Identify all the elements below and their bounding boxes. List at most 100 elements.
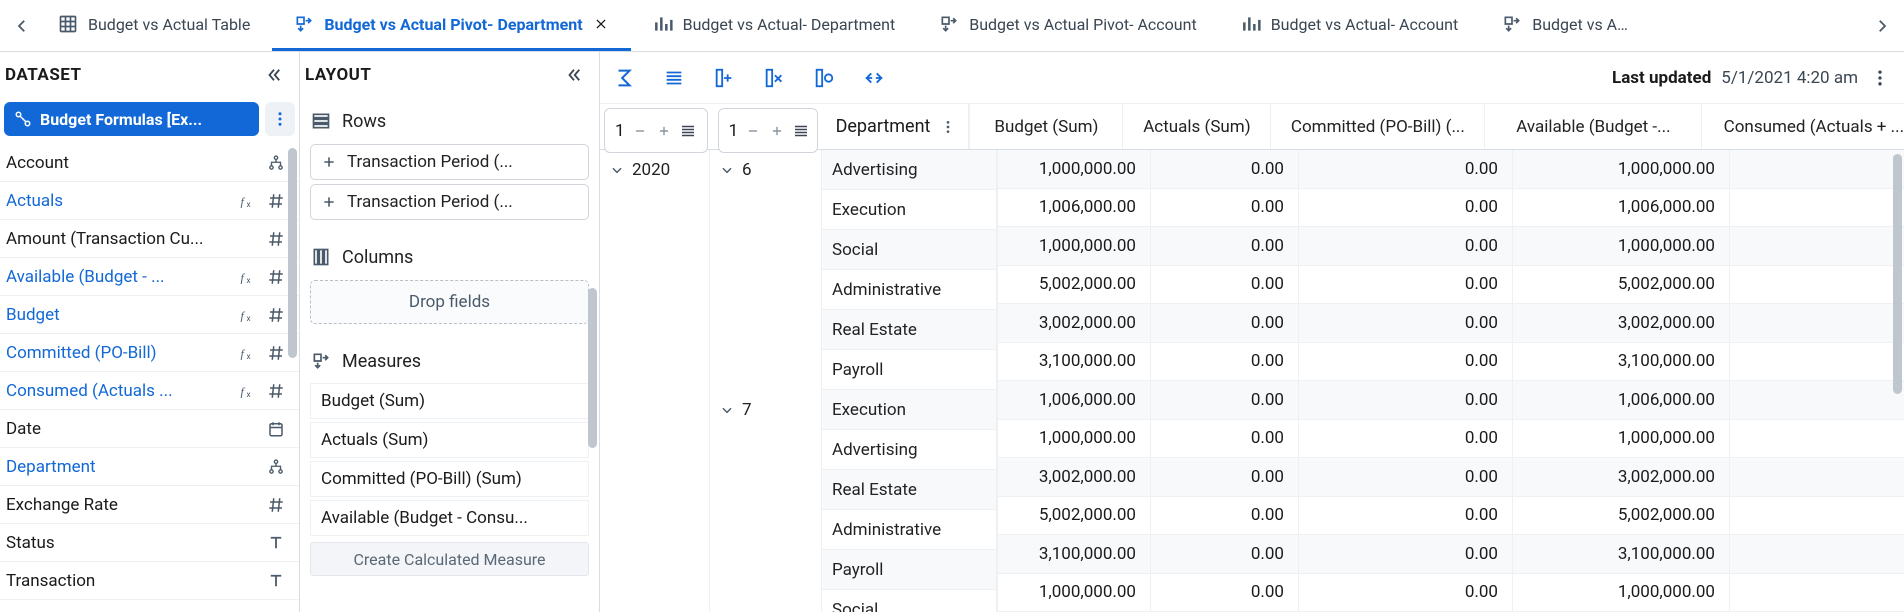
data-cell[interactable]: 0.00 xyxy=(1299,150,1512,189)
density-button[interactable] xyxy=(662,66,686,90)
data-cell[interactable]: 0.00 xyxy=(1151,574,1298,612)
collapse-dataset-button[interactable] xyxy=(263,64,285,86)
group-cell[interactable] xyxy=(710,310,821,350)
data-cell[interactable]: 1,006,000.00 xyxy=(1513,189,1729,228)
data-cell[interactable]: 1,000,000.00 xyxy=(998,227,1150,266)
data-cell[interactable]: 3,100,000.00 xyxy=(1513,343,1729,382)
measure-column-header[interactable]: Committed (PO-Bill) (... xyxy=(1270,104,1484,149)
row-level-control-2[interactable]: 1 xyxy=(718,108,818,153)
group-cell[interactable]: 7 xyxy=(710,390,821,430)
data-cell[interactable]: 0.00 xyxy=(1299,420,1512,459)
data-cell[interactable]: 0.00 xyxy=(1730,304,1904,343)
measure-pill[interactable]: Budget (Sum) xyxy=(310,383,589,419)
data-cell[interactable]: 0.00 xyxy=(1151,535,1298,574)
data-cell[interactable]: 0.00 xyxy=(1299,535,1512,574)
data-cell[interactable]: 0.00 xyxy=(1730,574,1904,612)
measure-pill[interactable]: Committed (PO-Bill) (Sum) xyxy=(310,461,589,497)
dataset-field[interactable]: Date xyxy=(0,410,299,448)
data-cell[interactable]: 0.00 xyxy=(1299,227,1512,266)
column-options-button[interactable] xyxy=(812,66,836,90)
year-cell[interactable] xyxy=(600,510,709,550)
year-cell[interactable] xyxy=(600,390,709,430)
group-cell[interactable] xyxy=(710,590,821,612)
group-cell[interactable] xyxy=(710,190,821,230)
dataset-scrollbar[interactable] xyxy=(288,148,297,358)
department-cell[interactable]: Execution xyxy=(822,190,996,230)
department-cell[interactable]: Social xyxy=(822,230,996,270)
group-cell[interactable] xyxy=(710,230,821,270)
measure-pill[interactable]: Actuals (Sum) xyxy=(310,422,589,458)
department-cell[interactable]: Administrative xyxy=(822,270,996,310)
tab-5[interactable]: Budget vs A… xyxy=(1480,0,1650,51)
tab-scroll-left[interactable] xyxy=(8,0,36,52)
year-cell[interactable] xyxy=(600,270,709,310)
data-cell[interactable]: 0.00 xyxy=(1299,574,1512,612)
measure-column-header[interactable]: Consumed (Actuals + ... xyxy=(1701,104,1904,149)
data-cell[interactable]: 0.00 xyxy=(1730,343,1904,382)
data-cell[interactable]: 5,002,000.00 xyxy=(998,497,1150,536)
data-cell[interactable]: 0.00 xyxy=(1730,150,1904,189)
data-cell[interactable]: 0.00 xyxy=(1730,227,1904,266)
group-cell[interactable]: 6 xyxy=(710,150,821,190)
data-cell[interactable]: 0.00 xyxy=(1151,381,1298,420)
data-cell[interactable]: 0.00 xyxy=(1730,458,1904,497)
group-cell[interactable] xyxy=(710,350,821,390)
measure-pill[interactable]: Available (Budget - Consu... xyxy=(310,500,589,536)
data-cell[interactable]: 1,006,000.00 xyxy=(1513,381,1729,420)
data-cell[interactable]: 3,002,000.00 xyxy=(998,458,1150,497)
year-cell[interactable] xyxy=(600,310,709,350)
totals-button[interactable] xyxy=(612,66,636,90)
department-cell[interactable]: Social xyxy=(822,590,996,612)
data-cell[interactable]: 1,000,000.00 xyxy=(998,420,1150,459)
measure-column-header[interactable]: Actuals (Sum) xyxy=(1122,104,1270,149)
year-cell[interactable] xyxy=(600,230,709,270)
data-cell[interactable]: 0.00 xyxy=(1151,150,1298,189)
add-column-button[interactable] xyxy=(712,66,736,90)
year-cell[interactable] xyxy=(600,350,709,390)
department-cell[interactable]: Real Estate xyxy=(822,470,996,510)
data-cell[interactable]: 0.00 xyxy=(1151,458,1298,497)
dataset-field[interactable]: Available (Budget - ... xyxy=(0,258,299,296)
dataset-field[interactable]: Exchange Rate xyxy=(0,486,299,524)
tab-0[interactable]: Budget vs Actual Table xyxy=(36,0,272,51)
department-cell[interactable]: Advertising xyxy=(822,430,996,470)
create-calculated-measure-button[interactable]: Create Calculated Measure xyxy=(310,542,589,576)
data-cell[interactable]: 0.00 xyxy=(1151,266,1298,305)
data-cell[interactable]: 0.00 xyxy=(1151,497,1298,536)
data-cell[interactable]: 0.00 xyxy=(1299,458,1512,497)
data-cell[interactable]: 1,000,000.00 xyxy=(1513,420,1729,459)
row-level1-menu[interactable] xyxy=(679,122,697,140)
data-cell[interactable]: 0.00 xyxy=(1151,420,1298,459)
row-field-pill[interactable]: Transaction Period (... xyxy=(310,144,589,180)
department-cell[interactable]: Real Estate xyxy=(822,310,996,350)
year-cell[interactable] xyxy=(600,430,709,470)
collapse-layout-button[interactable] xyxy=(563,64,585,86)
dataset-source-chip[interactable]: Budget Formulas [Ex... xyxy=(4,102,259,136)
data-cell[interactable]: 0.00 xyxy=(1730,381,1904,420)
dataset-field[interactable]: Consumed (Actuals ... xyxy=(0,372,299,410)
data-cell[interactable]: 1,006,000.00 xyxy=(998,189,1150,228)
row-level2-plus[interactable] xyxy=(768,124,786,138)
department-cell[interactable]: Execution xyxy=(822,390,996,430)
row-level-control-1[interactable]: 1 xyxy=(604,108,708,153)
data-cell[interactable]: 3,100,000.00 xyxy=(1513,535,1729,574)
data-cell[interactable]: 3,100,000.00 xyxy=(998,535,1150,574)
tab-1[interactable]: Budget vs Actual Pivot- Department xyxy=(272,0,630,51)
data-cell[interactable]: 0.00 xyxy=(1151,189,1298,228)
data-cell[interactable]: 5,002,000.00 xyxy=(1513,266,1729,305)
dataset-field[interactable]: Status xyxy=(0,524,299,562)
group-cell[interactable] xyxy=(710,510,821,550)
data-cell[interactable]: 1,000,000.00 xyxy=(998,150,1150,189)
data-cell[interactable]: 1,006,000.00 xyxy=(998,381,1150,420)
data-cell[interactable]: 0.00 xyxy=(1730,497,1904,536)
year-cell[interactable] xyxy=(600,470,709,510)
group-cell[interactable] xyxy=(710,430,821,470)
tab-scroll-right[interactable] xyxy=(1868,0,1896,52)
dataset-field[interactable]: Account xyxy=(0,144,299,182)
tab-4[interactable]: Budget vs Actual- Account xyxy=(1219,0,1481,51)
dataset-field[interactable]: Transaction xyxy=(0,562,299,600)
data-cell[interactable]: 1,000,000.00 xyxy=(998,574,1150,612)
data-cell[interactable]: 3,002,000.00 xyxy=(1513,458,1729,497)
data-cell[interactable]: 5,002,000.00 xyxy=(998,266,1150,305)
department-cell[interactable]: Payroll xyxy=(822,350,996,390)
